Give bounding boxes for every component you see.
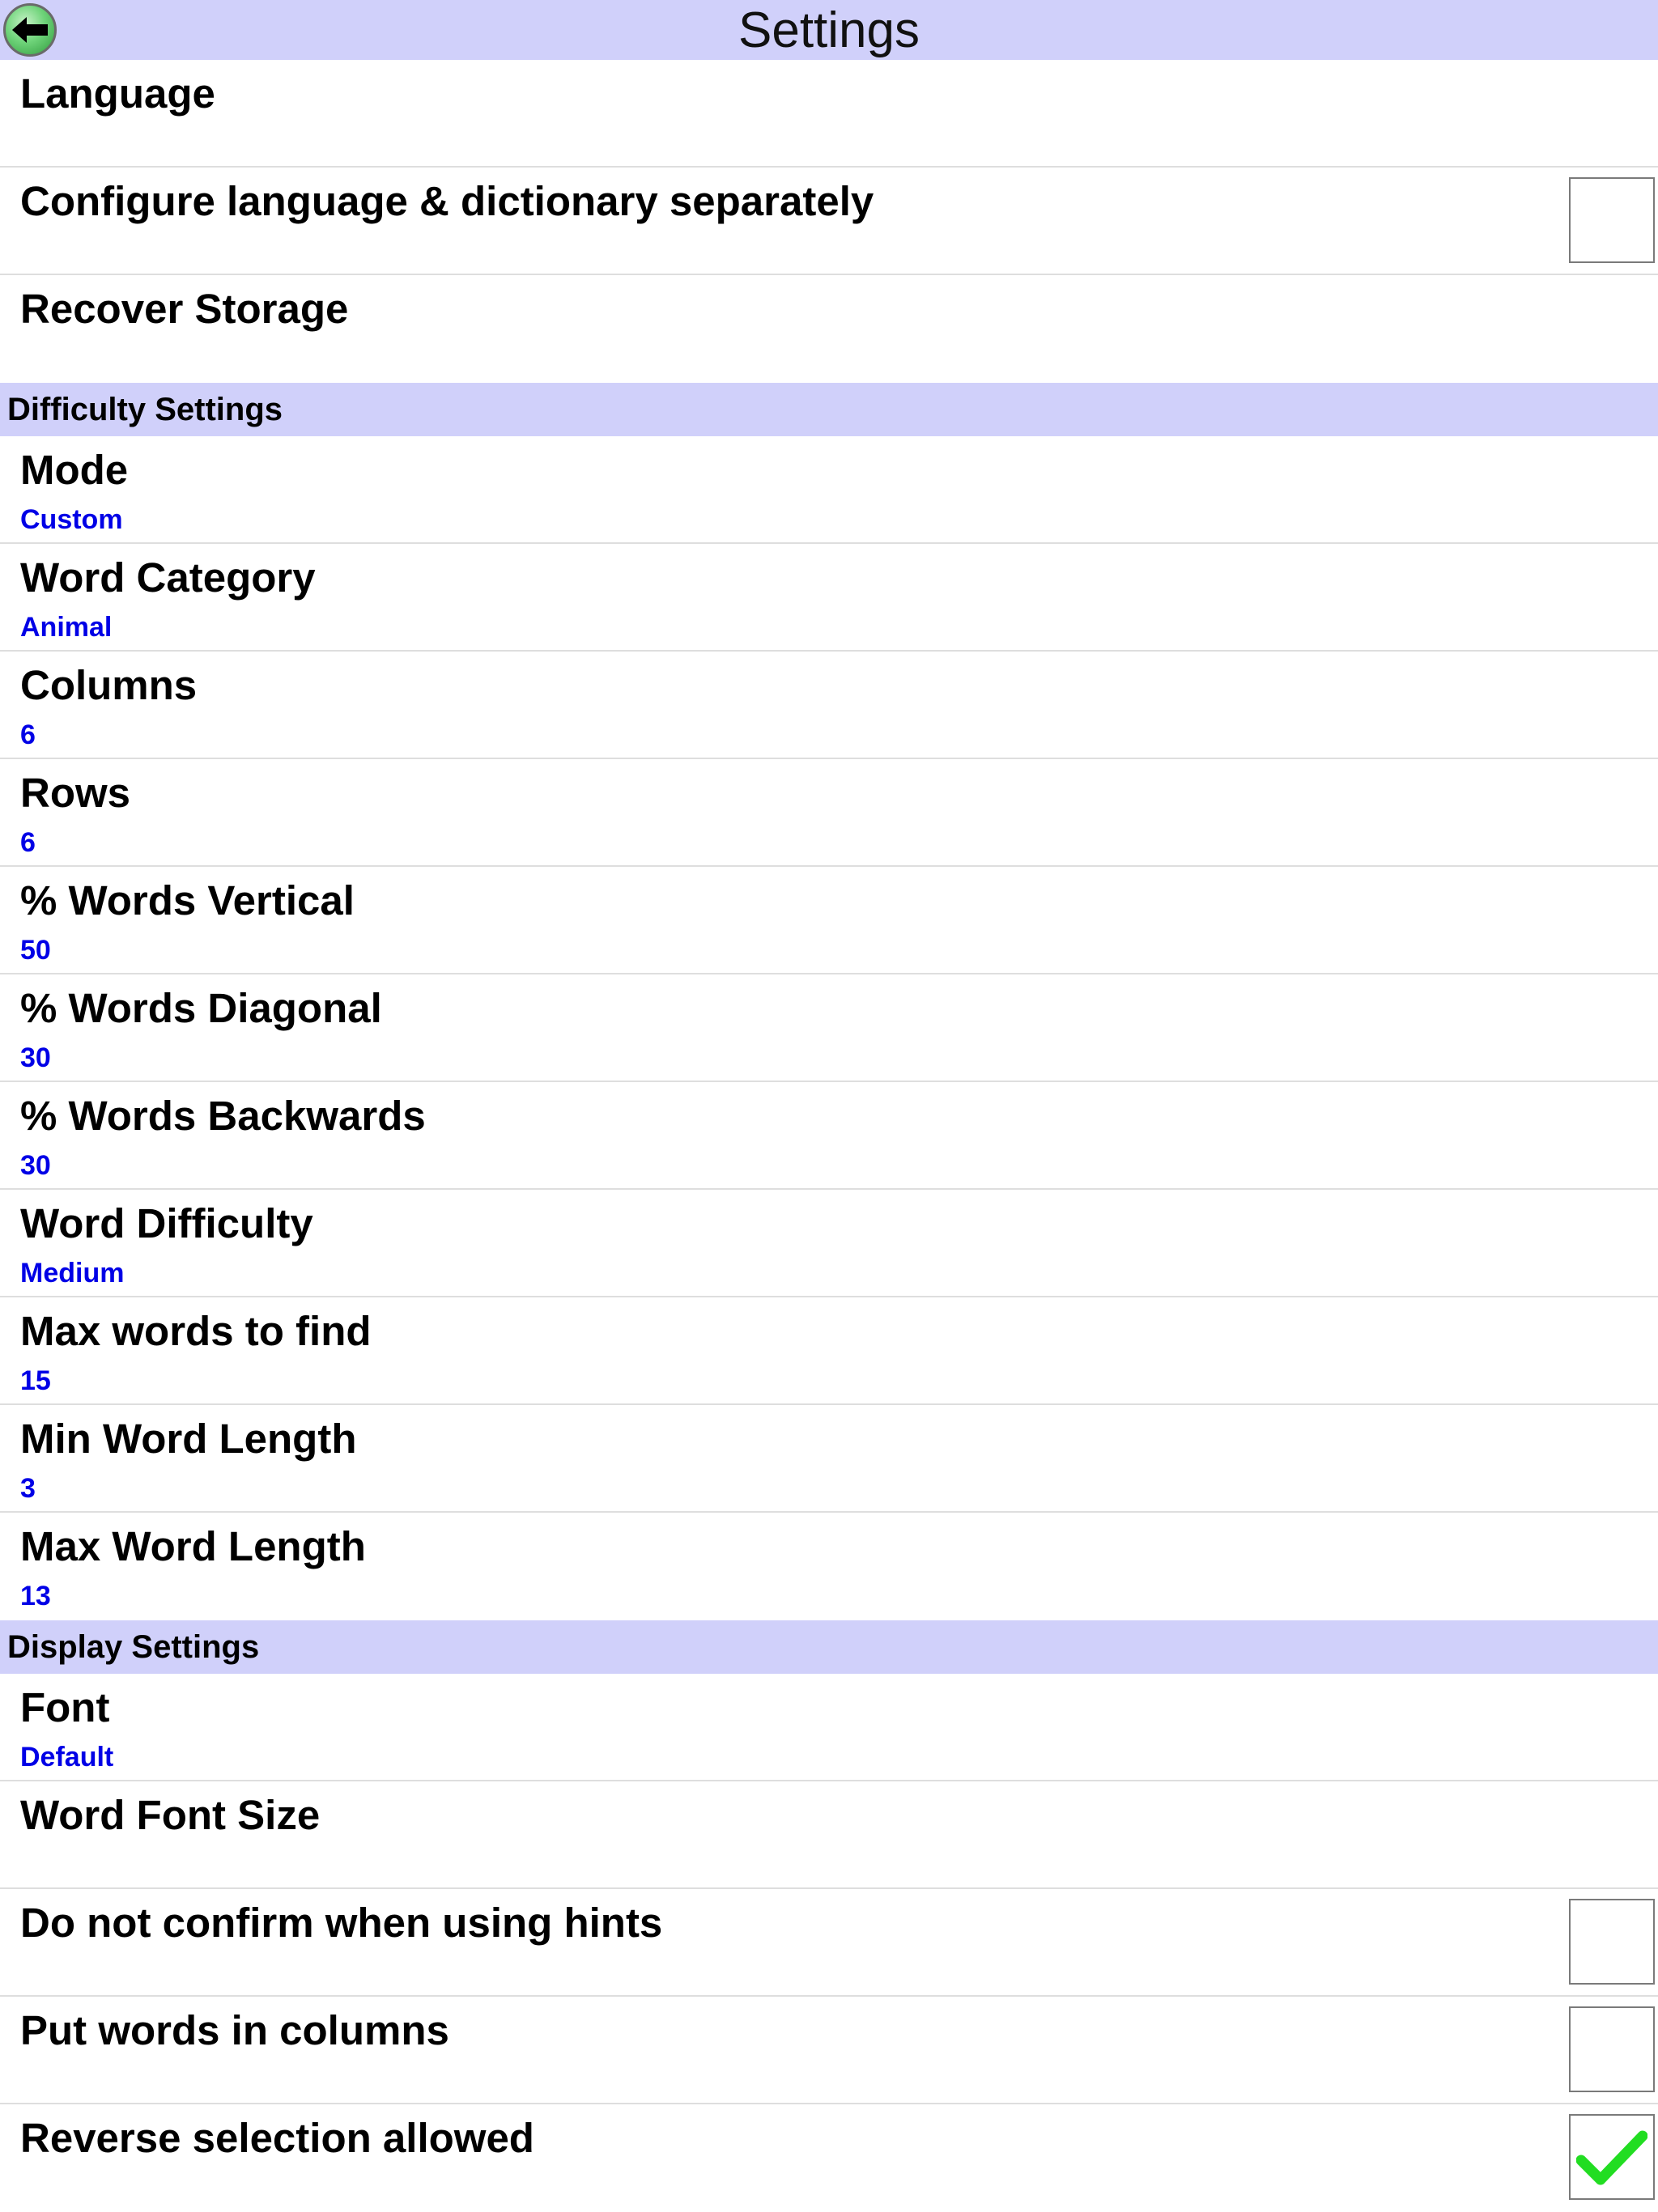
reverse-selection-checkbox[interactable] [1569, 2114, 1655, 2200]
setting-label: Put words in columns [20, 2007, 449, 2053]
setting-put-words-in-columns[interactable]: Put words in columns [0, 1997, 1658, 2104]
configure-separately-checkbox[interactable] [1569, 177, 1655, 263]
setting-label: Min Word Length [20, 1416, 357, 1462]
setting-do-not-confirm-hints[interactable]: Do not confirm when using hints [0, 1889, 1658, 1997]
setting-words-diagonal[interactable]: % Words Diagonal 30 [0, 974, 1658, 1082]
setting-label: Columns [20, 662, 198, 708]
setting-rows[interactable]: Rows 6 [0, 759, 1658, 867]
setting-reverse-selection[interactable]: Reverse selection allowed [0, 2104, 1658, 2212]
setting-font[interactable]: Font Default [0, 1674, 1658, 1781]
setting-label: % Words Backwards [20, 1093, 426, 1139]
setting-value: 15 [20, 1365, 51, 1396]
setting-value: 30 [20, 1150, 51, 1181]
setting-label: Max Word Length [20, 1523, 366, 1569]
setting-label: Do not confirm when using hints [20, 1900, 663, 1946]
setting-min-word-length[interactable]: Min Word Length 3 [0, 1405, 1658, 1513]
setting-value: 6 [20, 720, 36, 750]
setting-language[interactable]: Language [0, 60, 1658, 168]
setting-label: Configure language & dictionary separate… [20, 178, 874, 224]
difficulty-settings-list: Mode Custom Word Category Animal Columns… [0, 436, 1658, 1620]
setting-label: % Words Diagonal [20, 985, 382, 1031]
setting-label: Word Category [20, 554, 316, 601]
setting-label: Word Difficulty [20, 1200, 313, 1246]
general-settings-list: Language Configure language & dictionary… [0, 60, 1658, 383]
confirm-hints-checkbox[interactable] [1569, 1899, 1655, 1985]
setting-label: Word Font Size [20, 1792, 321, 1838]
setting-label: Font [20, 1684, 110, 1730]
setting-label: Reverse selection allowed [20, 2115, 534, 2161]
back-button[interactable] [3, 3, 57, 57]
setting-words-backwards[interactable]: % Words Backwards 30 [0, 1082, 1658, 1190]
section-header-difficulty: Difficulty Settings [0, 383, 1658, 436]
display-settings-list: Font Default Word Font Size Do not confi… [0, 1674, 1658, 2212]
setting-word-font-size[interactable]: Word Font Size [0, 1781, 1658, 1889]
setting-label: % Words Vertical [20, 877, 355, 923]
page-title: Settings [738, 2, 920, 58]
setting-words-vertical[interactable]: % Words Vertical 50 [0, 867, 1658, 974]
setting-value: 50 [20, 935, 51, 966]
section-header-display: Display Settings [0, 1620, 1658, 1674]
setting-label: Language [20, 70, 215, 117]
setting-recover-storage[interactable]: Recover Storage [0, 275, 1658, 383]
setting-configure-language-dictionary[interactable]: Configure language & dictionary separate… [0, 168, 1658, 275]
setting-value: Animal [20, 612, 113, 643]
title-bar: Settings [0, 0, 1658, 60]
setting-value: 30 [20, 1042, 51, 1073]
setting-word-category[interactable]: Word Category Animal [0, 544, 1658, 652]
setting-value: Custom [20, 504, 123, 535]
arrow-left-icon [12, 17, 48, 43]
setting-max-words[interactable]: Max words to find 15 [0, 1297, 1658, 1405]
setting-value: 6 [20, 827, 36, 858]
words-in-columns-checkbox[interactable] [1569, 2006, 1655, 2092]
setting-value: Medium [20, 1258, 125, 1289]
setting-mode[interactable]: Mode Custom [0, 436, 1658, 544]
setting-value: 13 [20, 1581, 51, 1611]
setting-label: Rows [20, 770, 131, 816]
setting-columns[interactable]: Columns 6 [0, 652, 1658, 759]
setting-label: Mode [20, 447, 129, 493]
setting-max-word-length[interactable]: Max Word Length 13 [0, 1513, 1658, 1620]
setting-label: Recover Storage [20, 286, 349, 332]
setting-label: Max words to find [20, 1308, 372, 1354]
setting-value: 3 [20, 1473, 36, 1504]
checkmark-icon [1576, 2130, 1647, 2185]
setting-word-difficulty[interactable]: Word Difficulty Medium [0, 1190, 1658, 1297]
setting-value: Default [20, 1742, 114, 1773]
